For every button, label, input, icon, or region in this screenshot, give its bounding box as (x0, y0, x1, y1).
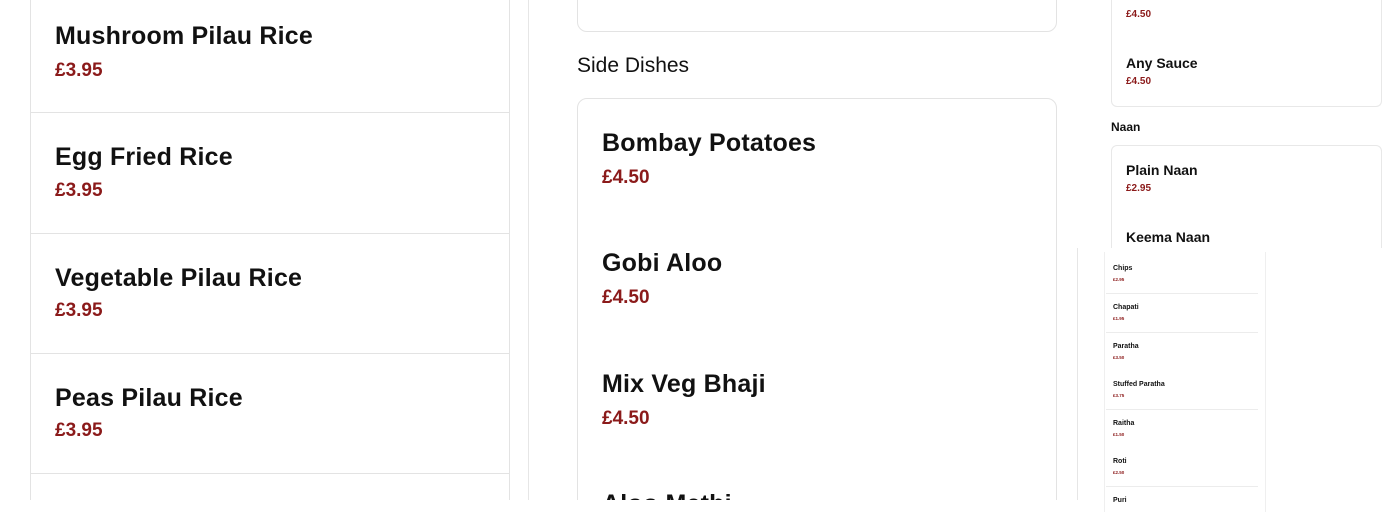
menu-item-price: £4.50 (602, 408, 650, 429)
menu-item-name: Bombay Potatoes (602, 129, 817, 157)
menu-item-name: Egg Fried Rice (55, 143, 233, 171)
list-item-name: Raitha (1113, 420, 1135, 427)
list-item-price: £1.95 (1113, 316, 1125, 321)
menu-item-card[interactable]: £4.50 (1111, 0, 1382, 40)
menu-item-card[interactable]: Peas Pilau Rice £3.95 (30, 353, 510, 475)
menu-item-name: Peas Pilau Rice (55, 384, 243, 412)
list-item-price: £2.95 (1113, 277, 1125, 282)
menu-item-card[interactable]: Egg Fried Rice £3.95 (30, 112, 510, 235)
list-item-name: Roti (1113, 458, 1127, 465)
menu-item-card[interactable]: Mix Veg Bhaji £4.50 (577, 340, 1057, 461)
menu-item-name: Keema Naan (1126, 229, 1211, 245)
menu-item-name: Gobi Aloo (602, 249, 723, 277)
menu-item-price: £3.95 (55, 60, 103, 81)
menu-item-card[interactable] (30, 473, 510, 500)
menu-item-name: Mix Veg Bhaji (602, 370, 766, 398)
list-item[interactable]: Stuffed Paratha £3.75 (1106, 371, 1258, 410)
menu-item-price: £3.95 (55, 180, 103, 201)
menu-item-card[interactable]: Keema Naan (1111, 212, 1382, 248)
side-dishes-column: Side Dishes Bombay Potatoes £4.50 Gobi A… (528, 0, 1078, 500)
list-item-name: Paratha (1113, 343, 1139, 350)
list-item-name: Stuffed Paratha (1113, 381, 1165, 388)
menu-item-card[interactable]: Any Sauce £4.50 (1111, 38, 1382, 107)
menu-item-price: £2.95 (1126, 183, 1152, 194)
menu-item-card[interactable]: Plain Naan £2.95 (1111, 145, 1382, 214)
menu-item-price: £3.95 (55, 420, 103, 441)
list-item-price: £3.50 (1113, 355, 1125, 360)
menu-item-card[interactable]: Bombay Potatoes £4.50 (577, 98, 1057, 221)
list-item-price: £2.50 (1113, 470, 1125, 475)
menu-item-card[interactable]: Mushroom Pilau Rice £3.95 (30, 0, 510, 113)
list-item[interactable]: Chips £2.95 (1106, 255, 1258, 294)
breads-column: £4.50 Any Sauce £4.50 Naan Plain Naan £2… (1077, 0, 1400, 248)
menu-item-price: £4.50 (602, 167, 650, 188)
list-item-name: Chips (1113, 265, 1133, 272)
menu-item-name: Any Sauce (1126, 55, 1198, 71)
menu-item-card[interactable]: Gobi Aloo £4.50 (577, 219, 1057, 341)
section-title-naan: Naan (1111, 120, 1141, 134)
list-item-name: Puri (1113, 497, 1127, 504)
rice-menu-column: Mushroom Pilau Rice £3.95 Egg Fried Rice… (0, 0, 520, 500)
menu-item-price: £4.50 (1126, 76, 1152, 87)
menu-item-price: £4.50 (602, 287, 650, 308)
menu-item-price: £3.95 (55, 300, 103, 321)
menu-item-price: £4.50 (1126, 9, 1152, 20)
section-title-side-dishes: Side Dishes (577, 54, 690, 77)
menu-item-name: Plain Naan (1126, 162, 1198, 178)
list-item-price: £1.50 (1113, 432, 1125, 437)
menu-item-name: Mushroom Pilau Rice (55, 22, 314, 50)
list-item-price: £3.75 (1113, 393, 1125, 398)
list-item[interactable]: Chapati £1.95 (1106, 294, 1258, 333)
list-item-name: Chapati (1113, 304, 1139, 311)
menu-item-name: Vegetable Pilau Rice (55, 264, 303, 292)
menu-item-card[interactable] (577, 0, 1057, 32)
list-item[interactable]: Raitha £1.50 (1106, 410, 1258, 449)
menu-item-card[interactable]: Aloo Methi (577, 460, 1057, 500)
extras-list-preview: Chips £2.95 Chapati £1.95 Paratha £3.50 … (1104, 252, 1266, 512)
list-item[interactable]: Paratha £3.50 (1106, 333, 1258, 372)
list-item[interactable]: Roti £2.50 (1106, 448, 1258, 487)
menu-item-card[interactable]: Vegetable Pilau Rice £3.95 (30, 233, 510, 355)
menu-item-name: Aloo Methi (602, 490, 732, 500)
